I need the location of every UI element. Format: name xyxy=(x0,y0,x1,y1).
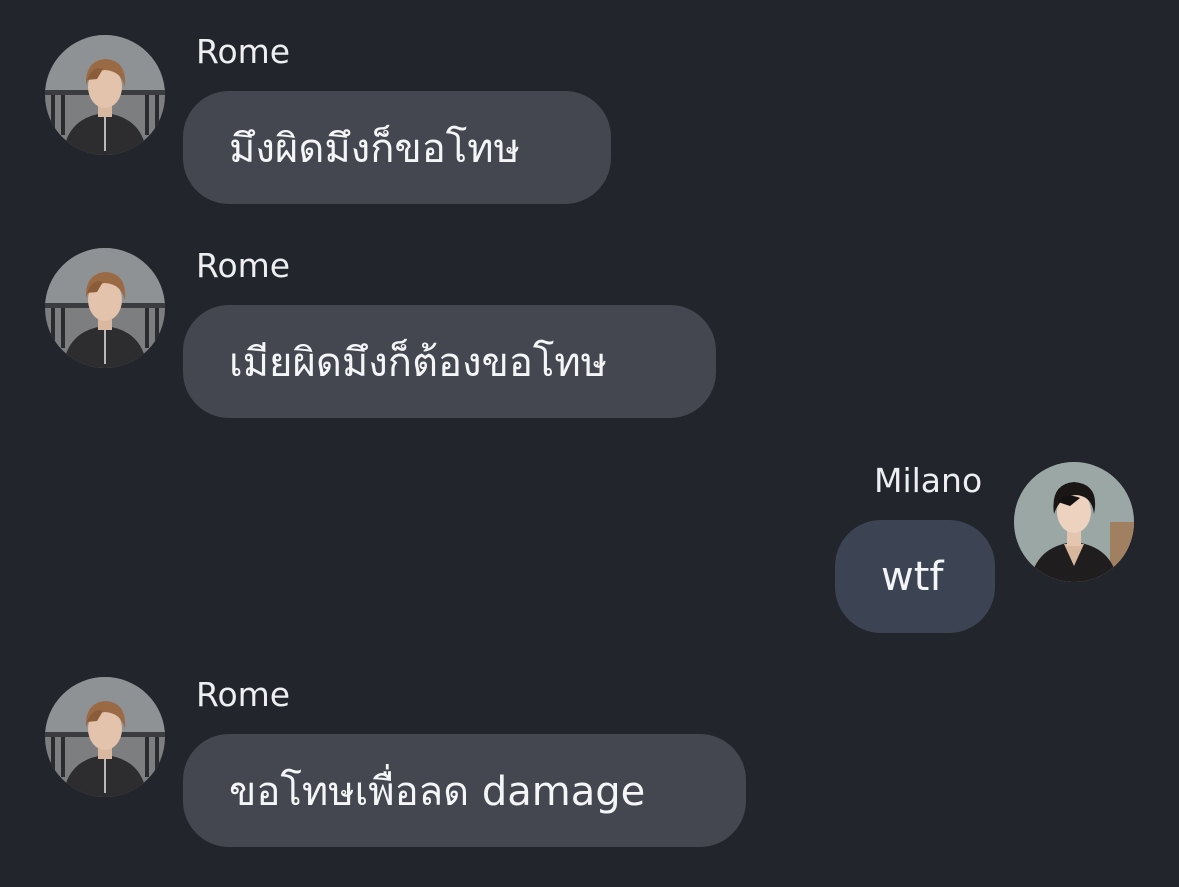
sender-name: Rome xyxy=(196,675,291,714)
rome-avatar-icon[interactable] xyxy=(45,35,165,155)
rome-avatar-icon[interactable] xyxy=(45,677,165,797)
message-bubble[interactable]: wtf xyxy=(835,520,995,633)
sender-name: Rome xyxy=(196,32,291,71)
sender-name: Milano xyxy=(874,461,983,500)
message-bubble[interactable]: เมียผิดมึงก็ต้องขอโทษ xyxy=(183,305,716,418)
rome-avatar-icon[interactable] xyxy=(45,248,165,368)
avatar-image xyxy=(45,248,165,368)
avatar-image xyxy=(1014,462,1134,582)
avatar-image xyxy=(45,35,165,155)
sender-name: Rome xyxy=(196,246,291,285)
message-bubble[interactable]: มึงผิดมึงก็ขอโทษ xyxy=(183,91,611,204)
message-bubble[interactable]: ขอโทษเพื่อลด damage xyxy=(183,734,746,847)
avatar-image xyxy=(45,677,165,797)
milano-avatar-icon[interactable] xyxy=(1014,462,1134,582)
